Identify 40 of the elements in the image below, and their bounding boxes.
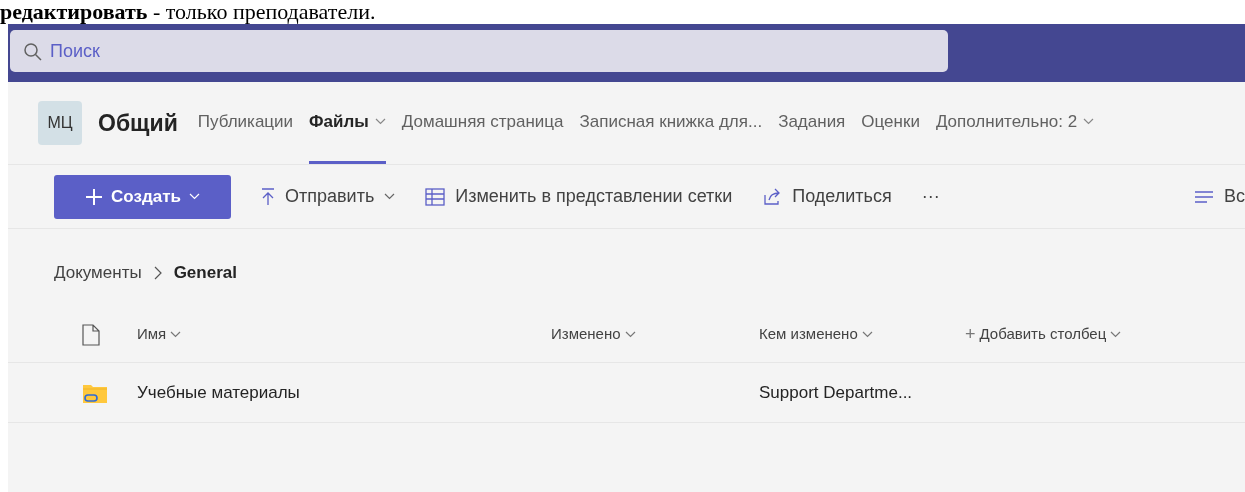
plus-icon: [85, 187, 104, 206]
breadcrumb-link[interactable]: Документы: [54, 260, 142, 286]
chevron-down-icon: [624, 331, 636, 338]
toolbar-button[interactable]: Отправить: [261, 183, 396, 210]
create-button[interactable]: Создать: [54, 174, 231, 219]
chevron-down-icon: [1110, 331, 1122, 338]
modified-by-cell-text: Support Departme...: [759, 381, 913, 404]
tab[interactable]: Записная книжка для...: [579, 82, 763, 164]
toolbar-button[interactable]: Изменить в представлении сетки: [425, 183, 733, 210]
toolbar-button[interactable]: Поделиться: [762, 183, 892, 210]
tab[interactable]: Дополнительно: 2: [935, 82, 1095, 164]
tab[interactable]: Публикации: [197, 82, 294, 164]
toolbar-button[interactable]: Вс: [1194, 183, 1245, 210]
upload-icon: [261, 187, 275, 206]
column-header[interactable]: + Добавить столбец: [965, 321, 1122, 348]
channel-title: Общий: [98, 108, 178, 138]
chevron-down-icon: [188, 193, 200, 200]
breadcrumb-link[interactable]: General: [173, 260, 237, 286]
tab[interactable]: Домашняя страница: [401, 82, 564, 164]
chevron-down-icon: [384, 193, 396, 200]
grid-icon: [425, 187, 446, 206]
list-icon: [1194, 189, 1214, 204]
chevron-right-icon: [153, 266, 162, 280]
document-text: редактировать - только преподаватели.: [0, 0, 376, 24]
column-header[interactable]: Изменено: [551, 323, 636, 346]
column-header[interactable]: Имя: [137, 323, 182, 346]
channel-avatar: МЦ: [38, 101, 82, 145]
search-icon: [23, 42, 42, 61]
chevron-down-icon: [170, 331, 182, 338]
file-row[interactable]: Учебные материалы Support Departme...: [8, 363, 1245, 423]
more-button[interactable]: ···: [921, 183, 940, 210]
tab[interactable]: Файлы: [309, 82, 386, 164]
tab[interactable]: Оценки: [861, 82, 920, 164]
tab[interactable]: Задания: [778, 82, 846, 164]
plus-icon: +: [965, 321, 976, 348]
column-header[interactable]: Кем изменено: [759, 323, 873, 346]
search-field[interactable]: Поиск: [10, 30, 948, 72]
file-icon: [82, 323, 100, 346]
chevron-down-icon: [861, 331, 873, 338]
file-name: Учебные материалы: [137, 381, 301, 404]
